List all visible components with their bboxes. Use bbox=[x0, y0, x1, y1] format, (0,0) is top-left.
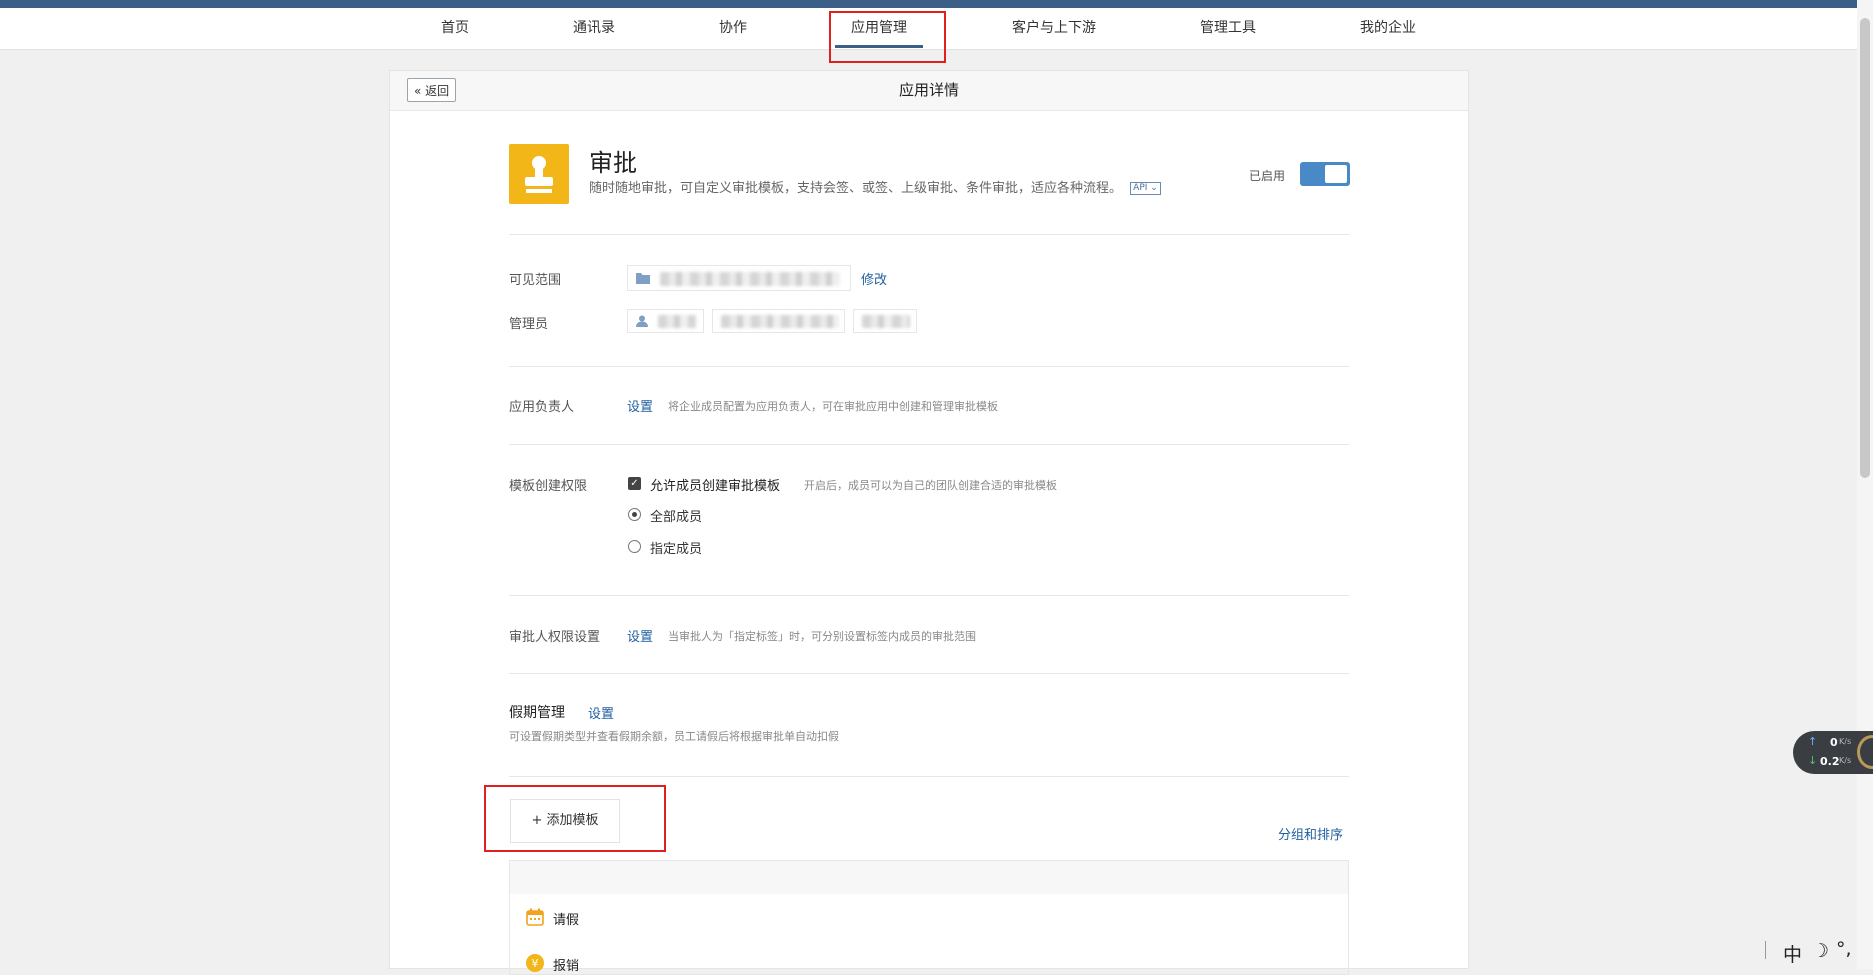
owner-desc: 将企业成员配置为应用负责人，可在审批应用中创建和管理审批模板 bbox=[668, 400, 998, 413]
admins-label: 管理员 bbox=[509, 317, 549, 332]
top-nav: 首页 通讯录 协作 应用管理 客户与上下游 管理工具 我的企业 bbox=[0, 8, 1873, 50]
app-description-text: 随时随地审批，可自定义审批模板，支持会签、或签、上级审批、条件审批，适应各种流程… bbox=[589, 181, 1123, 196]
ime-indicator[interactable]: 中 ☽ °, bbox=[1765, 938, 1857, 969]
nav-home[interactable]: 首页 bbox=[441, 8, 469, 49]
nav-collaboration[interactable]: 协作 bbox=[719, 8, 747, 49]
api-label: API bbox=[1133, 183, 1148, 193]
visibility-scope-field bbox=[627, 265, 851, 291]
ime-divider bbox=[1765, 941, 1766, 959]
redacted-scope bbox=[660, 272, 840, 286]
admin-chip bbox=[853, 309, 917, 333]
group-sort-link[interactable]: 分组和排序 bbox=[1278, 824, 1343, 843]
redacted-admin bbox=[658, 315, 696, 328]
add-template-button[interactable]: + 添加模板 bbox=[510, 799, 620, 843]
template-name: 报销 bbox=[553, 959, 580, 974]
radio-specific-members[interactable] bbox=[628, 540, 641, 553]
leave-settings-link[interactable]: 设置 bbox=[588, 703, 614, 722]
arrow-down-icon: ↓ bbox=[1808, 754, 1818, 767]
yen-coin-icon: ¥ bbox=[526, 954, 544, 972]
folder-icon bbox=[636, 273, 650, 284]
chevron-down-icon: ⌄ bbox=[1147, 183, 1158, 193]
owner-settings-link[interactable]: 设置 bbox=[627, 396, 653, 415]
visibility-label: 可见范围 bbox=[509, 273, 562, 288]
allow-members-checkbox[interactable]: ✓ bbox=[628, 477, 641, 490]
admin-chip bbox=[712, 309, 845, 333]
divider bbox=[509, 595, 1349, 596]
leave-title: 假期管理 bbox=[509, 705, 565, 721]
arrow-up-icon: ↑ bbox=[1808, 735, 1818, 748]
approval-app-icon bbox=[509, 144, 569, 204]
moon-icon[interactable]: ☽ bbox=[1812, 940, 1829, 962]
svg-text:¥: ¥ bbox=[532, 957, 539, 970]
admin-chip bbox=[627, 309, 704, 333]
app-name: 审批 bbox=[589, 149, 637, 177]
divider bbox=[509, 234, 1349, 235]
radio-specific-members-label: 指定成员 bbox=[650, 542, 703, 557]
divider bbox=[509, 366, 1349, 367]
leave-desc: 可设置假期类型并查看假期余额，员工请假后将根据审批单自动扣假 bbox=[509, 730, 839, 743]
page-scrollbar[interactable] bbox=[1857, 0, 1873, 969]
stamp-icon bbox=[525, 156, 553, 193]
radio-all-members[interactable] bbox=[628, 508, 641, 521]
template-permission-label: 模板创建权限 bbox=[509, 479, 588, 494]
nav-app-management[interactable]: 应用管理 bbox=[851, 8, 907, 49]
api-dropdown[interactable]: API ⌄ bbox=[1130, 182, 1161, 195]
app-description: 随时随地审批，可自定义审批模板，支持会签、或签、上级审批、条件审批，适应各种流程… bbox=[589, 177, 1161, 196]
nav-my-company[interactable]: 我的企业 bbox=[1360, 8, 1416, 49]
enabled-label: 已启用 bbox=[1249, 169, 1286, 183]
template-list-header bbox=[510, 861, 1348, 894]
double-chevron-left-icon: « bbox=[414, 84, 422, 98]
toggle-knob bbox=[1325, 165, 1347, 183]
approver-settings-link[interactable]: 设置 bbox=[627, 626, 653, 645]
divider bbox=[509, 776, 1349, 777]
upload-unit: K/s bbox=[1839, 737, 1852, 746]
calendar-icon bbox=[526, 908, 544, 926]
owner-label: 应用负责人 bbox=[509, 400, 575, 415]
user-icon bbox=[636, 315, 648, 327]
allow-members-label: 允许成员创建审批模板 bbox=[650, 479, 781, 494]
radio-all-members-label: 全部成员 bbox=[650, 510, 703, 525]
widget-ring-icon bbox=[1857, 735, 1873, 769]
nav-customers[interactable]: 客户与上下游 bbox=[1012, 8, 1096, 49]
approver-desc: 当审批人为「指定标签」时，可分别设置标签内成员的审批范围 bbox=[668, 630, 976, 643]
active-tab-indicator bbox=[835, 45, 923, 48]
ime-language[interactable]: 中 bbox=[1783, 940, 1802, 967]
edit-visibility-link[interactable]: 修改 bbox=[861, 269, 887, 288]
scrollbar-thumb[interactable] bbox=[1860, 18, 1870, 478]
divider bbox=[509, 673, 1349, 674]
approver-permission-label: 审批人权限设置 bbox=[509, 630, 601, 645]
upload-speed: 0 bbox=[1830, 736, 1838, 749]
back-button[interactable]: « 返回 bbox=[407, 78, 457, 102]
redacted-admin bbox=[721, 315, 839, 328]
page-title: 应用详情 bbox=[898, 81, 959, 99]
card-header: 应用详情 « 返回 bbox=[390, 71, 1468, 111]
nav-contacts[interactable]: 通讯录 bbox=[573, 8, 615, 49]
redacted-admin bbox=[862, 315, 910, 328]
divider bbox=[509, 444, 1349, 445]
punctuation-icon[interactable]: °, bbox=[1836, 938, 1852, 960]
template-name: 请假 bbox=[553, 913, 580, 928]
back-button-label: 返回 bbox=[425, 84, 450, 98]
network-speed-widget[interactable]: ↑ 0 K/s ↓ 0.2 K/s bbox=[1793, 731, 1873, 774]
allow-members-desc: 开启后，成员可以为自己的团队创建合适的审批模板 bbox=[804, 479, 1057, 492]
app-detail-card: 应用详情 « 返回 审批 随时随地审批，可自定义审批模板，支持会签、或签、上级审… bbox=[389, 70, 1469, 975]
nav-management-tools[interactable]: 管理工具 bbox=[1200, 8, 1256, 49]
template-list: 请假 ¥ 报销 bbox=[509, 860, 1349, 975]
enable-toggle[interactable] bbox=[1300, 162, 1350, 186]
download-speed: 0.2 bbox=[1820, 755, 1840, 768]
top-strip bbox=[0, 0, 1873, 8]
download-unit: K/s bbox=[1839, 756, 1852, 765]
